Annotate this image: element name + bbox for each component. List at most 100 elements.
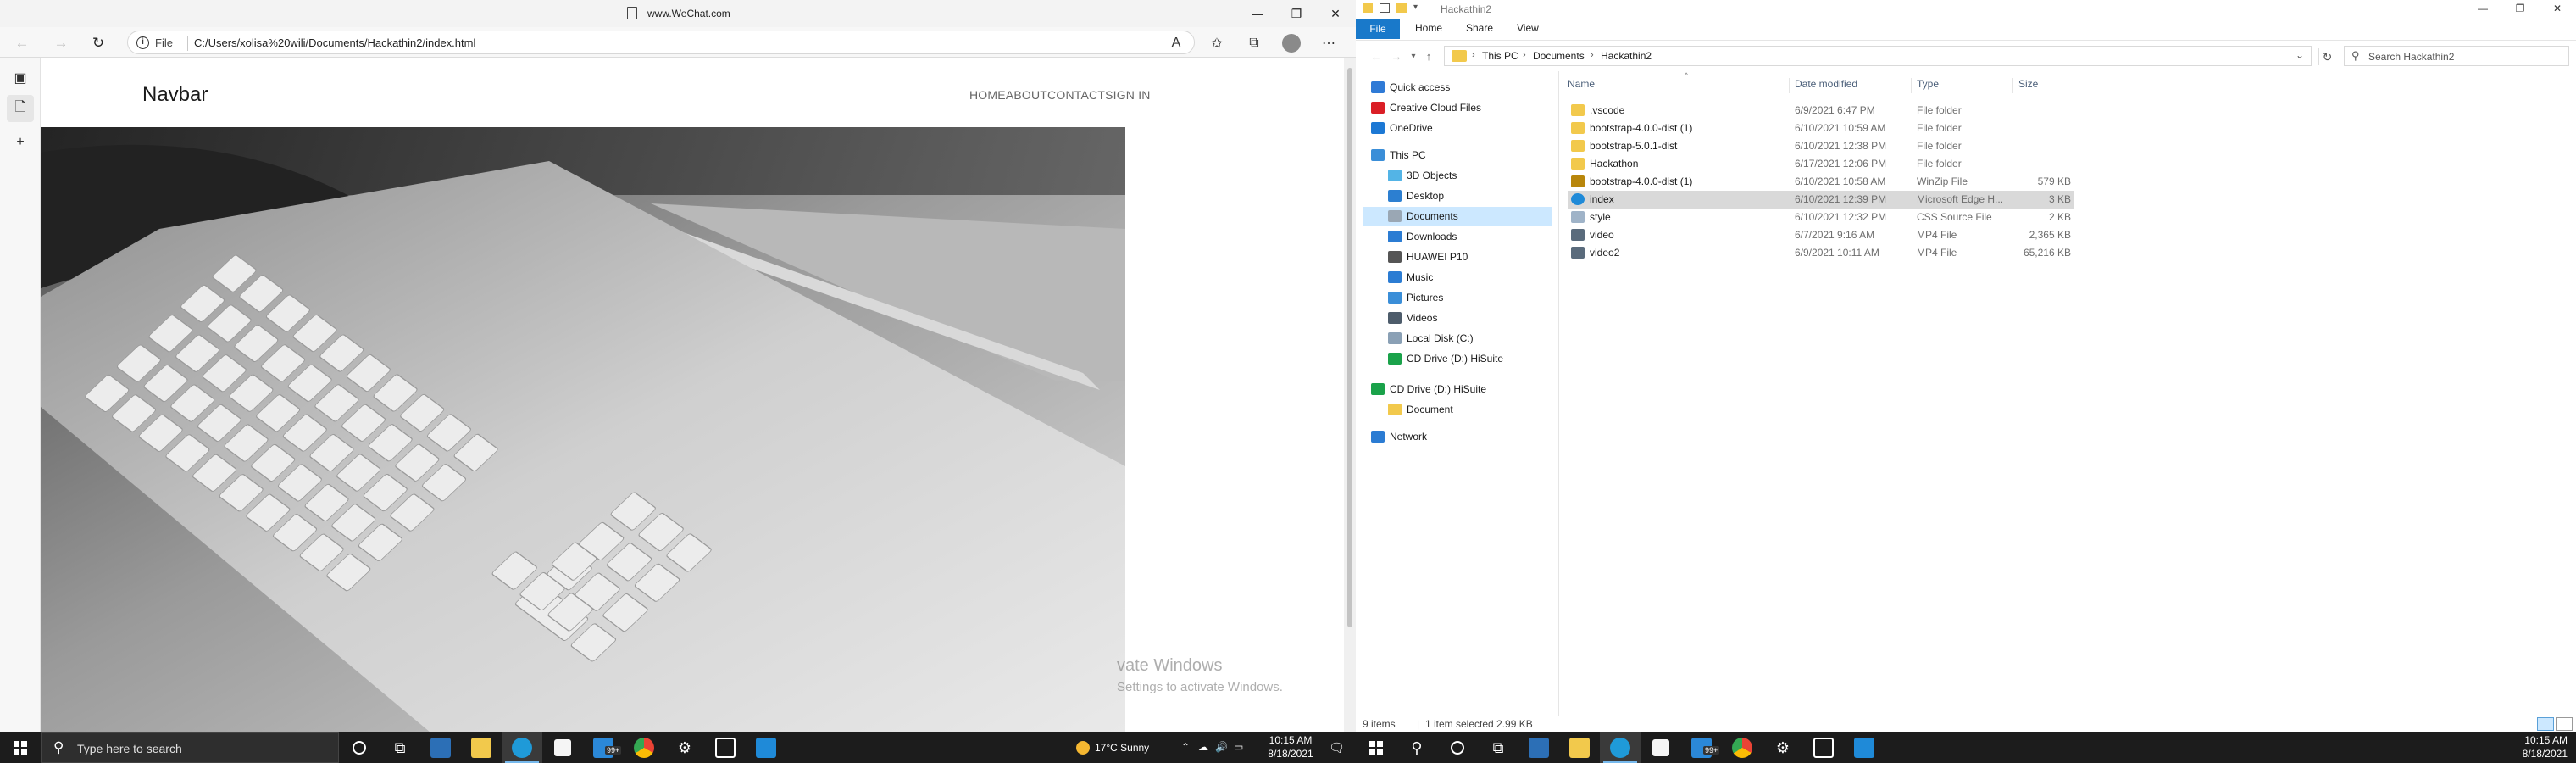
clock-date[interactable]: 8/18/2021: [1261, 748, 1320, 760]
explorer-search-input[interactable]: ⚲ Search Hackathin2: [2344, 46, 2569, 66]
nav-item-desktop[interactable]: Desktop: [1363, 187, 1552, 205]
nav-item-quick-access[interactable]: Quick access: [1363, 78, 1552, 97]
nav-item-3d-objects[interactable]: 3D Objects: [1363, 166, 1552, 185]
nav-link-contact[interactable]: CONTACT: [1047, 88, 1105, 102]
taskbar-settings[interactable]: ⚙: [664, 732, 705, 763]
taskbar-mail[interactable]: 99+: [583, 732, 624, 763]
file-row[interactable]: bootstrap-5.0.1-dist 6/10/2021 12:38 PM Fi…: [1568, 137, 2074, 155]
taskbar-store[interactable]: [1641, 732, 1681, 763]
taskbar-vscode[interactable]: [746, 732, 786, 763]
breadcrumb-chevron-icon[interactable]: ›: [1523, 50, 1526, 60]
taskbar-edge[interactable]: [502, 732, 542, 763]
tab-actions-icon[interactable]: ▣: [7, 64, 34, 92]
breadcrumb-chevron-icon[interactable]: ›: [1591, 50, 1594, 60]
taskbar-chrome[interactable]: [1722, 732, 1763, 763]
network-icon[interactable]: ▭: [1234, 741, 1243, 753]
nav-item-onedrive[interactable]: OneDrive: [1363, 119, 1552, 137]
breadcrumb-hackathin2[interactable]: Hackathin2: [1601, 50, 1652, 62]
column-header-type[interactable]: Type: [1912, 78, 2013, 93]
task-view-icon[interactable]: ⧉: [380, 732, 420, 763]
collections-icon[interactable]: ⧉: [1241, 32, 1268, 54]
file-row[interactable]: bootstrap-4.0.0-dist (1) 6/10/2021 10:58 …: [1568, 173, 2074, 191]
recent-locations-icon[interactable]: ▾: [1405, 47, 1422, 64]
taskbar-chrome[interactable]: [624, 732, 664, 763]
ribbon-tab-view[interactable]: View: [1517, 22, 1539, 39]
customize-quick-access-icon[interactable]: ▾: [1413, 3, 1418, 12]
explorer-back-icon[interactable]: ←: [1368, 47, 1385, 64]
nav-item-documents[interactable]: Documents: [1363, 207, 1552, 226]
more-options-icon[interactable]: ⋯: [1315, 32, 1342, 54]
taskbar-store[interactable]: [542, 732, 583, 763]
info-icon[interactable]: i: [136, 36, 149, 49]
forward-arrow-icon[interactable]: →: [47, 32, 75, 54]
taskbar-file-explorer[interactable]: [1559, 732, 1600, 763]
nav-item-network[interactable]: Network: [1363, 427, 1552, 446]
column-header-date-modified[interactable]: Date modified: [1790, 78, 1912, 93]
nav-item-cd-drive-d-hisuite[interactable]: CD Drive (D:) HiSuite: [1363, 380, 1552, 398]
taskbar-app-g[interactable]: [1803, 732, 1844, 763]
taskbar-settings[interactable]: ⚙: [1763, 732, 1803, 763]
explorer-forward-icon[interactable]: →: [1388, 47, 1405, 64]
explorer-minimize-button[interactable]: —: [2464, 0, 2501, 17]
favorites-star-icon[interactable]: ✩: [1203, 32, 1230, 54]
breadcrumb[interactable]: › This PC › Documents › Hackathin2 ⌄: [1444, 46, 2312, 66]
nav-item-downloads[interactable]: Downloads: [1363, 227, 1552, 246]
navbar-brand[interactable]: Navbar: [142, 83, 208, 107]
column-header-size[interactable]: Size: [2013, 78, 2076, 93]
search-icon[interactable]: ⚲: [1396, 732, 1437, 763]
file-row[interactable]: video2 6/9/2021 10:11 AM MP4 File 65,216 KB: [1568, 244, 2074, 262]
taskbar-app-1[interactable]: [420, 732, 461, 763]
taskbar-mail[interactable]: 99+: [1681, 732, 1722, 763]
nav-item-huawei-p10[interactable]: HUAWEI P10: [1363, 248, 1552, 266]
nav-link-home[interactable]: HOME: [969, 88, 1006, 102]
file-row[interactable]: style 6/10/2021 12:32 PM CSS Source File 2 …: [1568, 209, 2074, 226]
taskbar-search-input[interactable]: ⚲ Type here to search: [41, 732, 339, 763]
explorer-refresh-icon[interactable]: ↻: [2318, 48, 2335, 65]
breadcrumb-documents[interactable]: Documents: [1533, 50, 1585, 62]
cortana-icon[interactable]: [339, 732, 380, 763]
breadcrumb-chevron-icon[interactable]: ›: [1472, 50, 1475, 60]
nav-link-about[interactable]: ABOUT: [1006, 88, 1047, 102]
start-windows-icon[interactable]: [0, 732, 41, 763]
nav-item-document[interactable]: Document: [1363, 400, 1552, 419]
page-scrollbar[interactable]: [1344, 58, 1356, 732]
taskbar-edge[interactable]: [1600, 732, 1641, 763]
taskbar-app-g[interactable]: [705, 732, 746, 763]
nav-item-local-disk-c[interactable]: Local Disk (C:): [1363, 329, 1552, 348]
back-arrow-icon[interactable]: ←: [8, 32, 36, 54]
nav-item-creative-cloud-files[interactable]: Creative Cloud Files: [1363, 98, 1552, 117]
clock-time[interactable]: 10:15 AM: [2512, 734, 2568, 746]
taskbar-vscode[interactable]: [1844, 732, 1885, 763]
nav-item-videos[interactable]: Videos: [1363, 309, 1552, 327]
restore-button[interactable]: ❐: [1278, 0, 1315, 27]
file-row[interactable]: Hackathon 6/17/2021 12:06 PM File folder: [1568, 155, 2074, 173]
address-bar[interactable]: i File C:/Users/xolisa%20wili/Documents/…: [127, 31, 1195, 54]
start-windows-icon[interactable]: [1356, 732, 1396, 763]
notifications-icon[interactable]: 🗨: [1329, 740, 1345, 755]
minimize-button[interactable]: —: [1239, 0, 1276, 27]
refresh-icon[interactable]: ↻: [85, 32, 112, 54]
file-row[interactable]: .vscode 6/9/2021 6:47 PM File folder: [1568, 102, 2074, 120]
task-view-icon[interactable]: ⧉: [1478, 732, 1518, 763]
taskbar-file-explorer[interactable]: [461, 732, 502, 763]
profile-avatar-icon[interactable]: [1278, 32, 1305, 54]
file-row[interactable]: index 6/10/2021 12:39 PM Microsoft Edge H.…: [1568, 191, 2074, 209]
up-arrow-icon[interactable]: ↑: [1420, 47, 1437, 64]
details-view-icon[interactable]: [2537, 717, 2554, 731]
clock-date[interactable]: 8/18/2021: [2512, 748, 2568, 760]
column-header-name[interactable]: Name: [1563, 78, 1790, 93]
explorer-maximize-button[interactable]: ❐: [2501, 0, 2539, 17]
nav-item-this-pc[interactable]: This PC: [1363, 146, 1552, 164]
nav-item-music[interactable]: Music: [1363, 268, 1552, 287]
speaker-icon[interactable]: 🔊: [1215, 741, 1228, 753]
nav-item-pictures[interactable]: Pictures: [1363, 288, 1552, 307]
nav-link-sign-in[interactable]: SIGN IN: [1105, 88, 1151, 102]
cortana-icon[interactable]: [1437, 732, 1478, 763]
close-button[interactable]: ✕: [1317, 0, 1354, 27]
new-tab-icon[interactable]: +: [7, 129, 34, 156]
nav-item-cd-drive-d-hisuite[interactable]: CD Drive (D:) HiSuite: [1363, 349, 1552, 368]
address-dropdown-icon[interactable]: ⌄: [2296, 49, 2304, 61]
ribbon-tab-home[interactable]: Home: [1415, 22, 1442, 39]
scrollbar-thumb[interactable]: [1347, 68, 1352, 627]
file-row[interactable]: video 6/7/2021 9:16 AM MP4 File 2,365 KB: [1568, 226, 2074, 244]
